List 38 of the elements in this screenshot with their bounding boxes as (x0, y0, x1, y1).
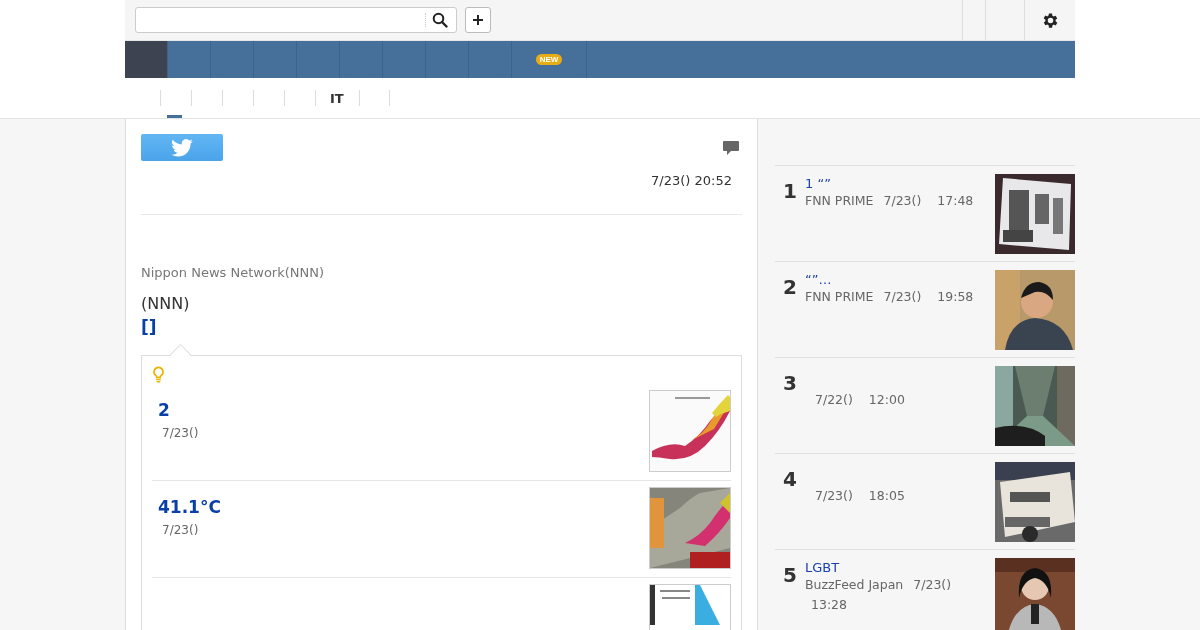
related-date: 7/23() (162, 426, 199, 440)
new-badge: NEW (535, 54, 563, 65)
rank-number: 3 (782, 370, 798, 397)
article-text: (NNN) (141, 294, 191, 313)
related-link[interactable]: 41.1°C (158, 497, 221, 517)
ranking-date: 7/23() (883, 288, 922, 306)
ranking-date: 7/23() (913, 576, 952, 594)
related-date: 7/23() (162, 523, 200, 537)
plus-icon (472, 14, 484, 26)
add-button[interactable] (465, 7, 491, 33)
bird-icon (171, 138, 193, 157)
rank-number: 1 (782, 178, 798, 205)
comment-icon[interactable] (722, 140, 740, 156)
ranking-time: 17:48 (937, 192, 974, 210)
ranking-link[interactable]: 1 “” (805, 176, 995, 191)
ranking-time: 18:05 (868, 487, 905, 505)
source-name: FNN PRIME (805, 288, 874, 306)
ranking-date: 7/23() (883, 192, 922, 210)
ranking-date: 7/23() (815, 487, 853, 505)
lightbulb-icon (152, 366, 165, 384)
ranking-time: 19:58 (937, 288, 974, 306)
rank-number: 5 (782, 562, 798, 589)
search-field[interactable] (135, 7, 457, 33)
tweet-button[interactable] (141, 134, 223, 161)
ranking-link[interactable]: “”… (805, 272, 995, 287)
source-name: BuzzFeed Japan (805, 576, 904, 594)
ranking-link[interactable]: LGBT (805, 560, 995, 575)
timestamp: 7/23() 20:52 (650, 173, 732, 188)
source-name: FNN PRIME (805, 192, 874, 210)
article-link[interactable]: [] (141, 317, 157, 337)
search-icon[interactable] (432, 12, 448, 28)
ranking-time: 12:00 (868, 391, 905, 409)
ranking-time: 13:28 (811, 596, 848, 614)
source-name: Nippon News Network(NNN) (141, 265, 326, 280)
rank-number: 2 (782, 274, 798, 301)
related-link[interactable]: 2 (158, 400, 199, 420)
rank-number: 4 (782, 466, 798, 493)
ranking-date: 7/22() (815, 391, 853, 409)
